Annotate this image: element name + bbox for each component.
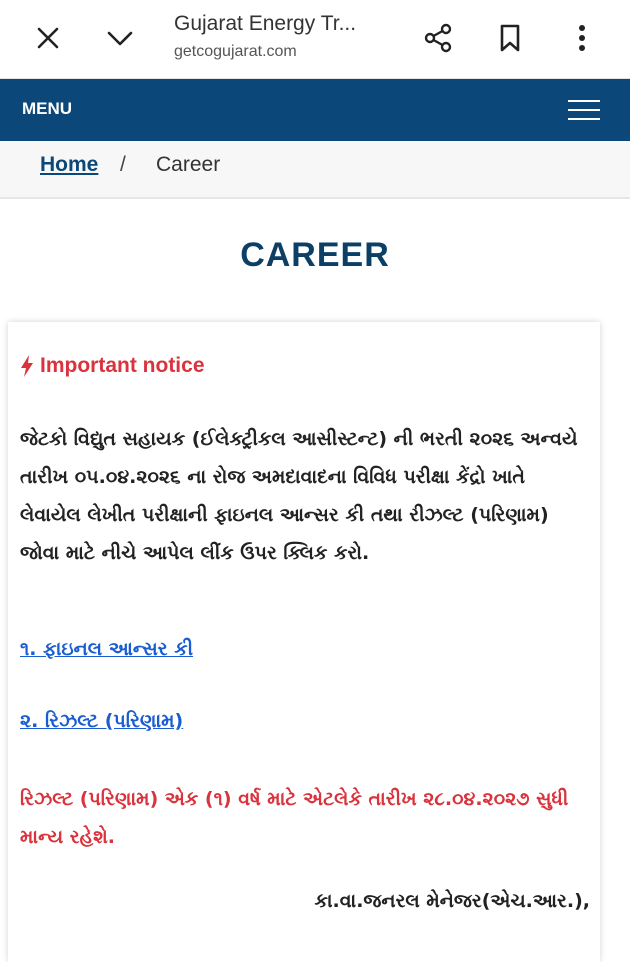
menu-label[interactable]: MENU <box>22 99 72 119</box>
site-navbar: MENU <box>0 79 630 141</box>
browser-toolbar: Gujarat Energy Tr... getcogujarat.com <box>0 0 630 79</box>
final-answer-key-link[interactable]: ૧. ફાઇનલ આન્સર કી <box>20 638 193 660</box>
page-title: CAREER <box>240 236 390 274</box>
close-icon[interactable] <box>30 20 66 56</box>
lightning-bolt-icon <box>21 355 33 377</box>
chevron-down-icon[interactable] <box>102 20 138 56</box>
hamburger-menu-icon[interactable] <box>568 100 602 122</box>
breadcrumb-current: Career <box>156 153 221 176</box>
breadcrumb-home-link[interactable]: Home <box>40 153 98 177</box>
breadcrumb-separator: / <box>120 153 126 176</box>
breadcrumb: Home / Career <box>0 141 630 199</box>
browser-url[interactable]: getcogujarat.com <box>174 43 297 61</box>
more-vert-icon[interactable] <box>562 18 602 58</box>
share-icon[interactable] <box>418 18 458 58</box>
important-notice-heading: Important notice <box>20 354 205 378</box>
notice-card: Important notice જેટકો વિદ્યુત સહાયક (ઈલ… <box>8 322 600 962</box>
notice-heading-text: Important notice <box>40 354 205 377</box>
signature: કા.વા.જનરલ મેનેજર(એચ.આર.), <box>314 890 590 912</box>
result-link[interactable]: ૨. રિઝલ્ટ (પરિણામ) <box>20 710 183 732</box>
result-validity-note: રિઝલ્ટ (પરિણામ) એક (૧) વર્ષ માટે એટલેકે … <box>20 788 569 848</box>
bookmark-icon[interactable] <box>490 18 530 58</box>
notice-body: જેટકો વિદ્યુત સહાયક (ઈલેક્ટ્રીકલ આસીસ્ટન… <box>20 428 578 564</box>
browser-page-title: Gujarat Energy Tr... <box>174 12 357 35</box>
